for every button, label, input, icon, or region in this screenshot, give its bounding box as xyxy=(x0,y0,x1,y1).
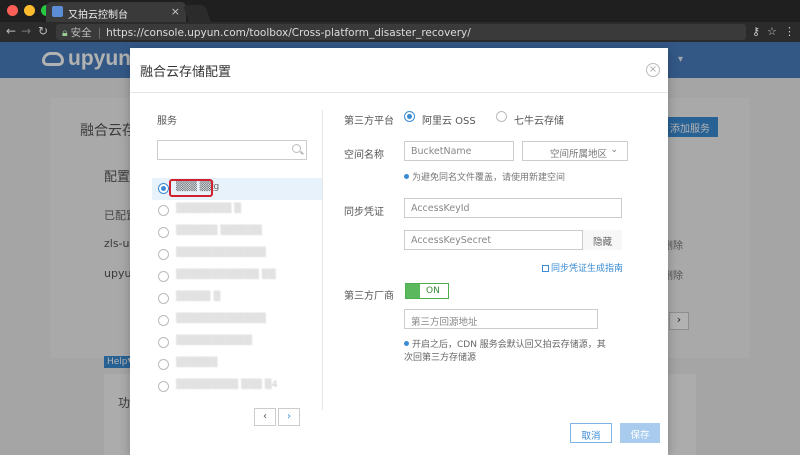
service-search-input[interactable] xyxy=(157,140,307,160)
window-minimize-icon[interactable] xyxy=(24,5,35,16)
storage-config-dialog: 融合云存储配置 × 服务 ▒▒▒ ▒▒g ▒▒▒▒▒▒▒▒ ▒ ▒▒▒▒▒▒ ▒… xyxy=(130,48,668,455)
service-name: ▒▒▒▒▒▒▒▒▒▒▒▒▒ xyxy=(176,248,266,258)
vendor-desc-line1: 开启之后，CDN 服务会默认回又拍云存储源，其 xyxy=(412,340,606,350)
vendor-label: 第三方厂商 xyxy=(344,291,394,302)
browser-tab-bar: 又拍云控制台 × xyxy=(0,0,800,22)
service-radio[interactable] xyxy=(158,205,169,216)
search-icon[interactable] xyxy=(292,144,301,153)
url-input[interactable]: 🔒︎ 安全 | https://console.upyun.com/toolbox/C… xyxy=(56,24,746,40)
bucket-name-input[interactable]: BucketName xyxy=(404,141,514,161)
service-item[interactable]: ▒▒▒▒▒▒ ▒▒▒▒▒▒ xyxy=(152,222,322,244)
platform-radio-aliyun[interactable] xyxy=(404,111,415,122)
service-name: ▒▒▒▒▒▒▒▒▒▒▒▒▒ xyxy=(176,314,266,324)
credential-label: 同步凭证 xyxy=(344,207,384,218)
service-name: ▒▒▒▒▒▒▒▒▒ ▒▒▒ ▒4 xyxy=(176,380,278,390)
space-name-label: 空间名称 xyxy=(344,150,384,161)
service-radio[interactable] xyxy=(158,337,169,348)
menu-kebab-icon[interactable]: ⋮ xyxy=(784,25,795,38)
tab-title: 又拍云控制台 xyxy=(68,10,128,21)
url-separator: | xyxy=(97,27,102,39)
service-name: ▒▒▒▒▒▒ xyxy=(176,358,218,368)
service-radio[interactable] xyxy=(158,227,169,238)
service-name: ▒▒▒▒▒▒▒▒▒▒▒▒ ▒▒ xyxy=(176,270,276,280)
secure-label: 安全 xyxy=(70,27,92,39)
service-radio[interactable] xyxy=(158,381,169,392)
service-radio[interactable] xyxy=(158,293,169,304)
platform-label: 第三方平台 xyxy=(344,116,394,127)
service-name: ▒▒▒▒▒▒▒▒ ▒ xyxy=(176,204,242,214)
next-page-button[interactable]: › xyxy=(278,408,300,426)
back-arrow-icon[interactable]: ← xyxy=(6,24,16,38)
service-item[interactable]: ▒▒▒▒▒ ▒ xyxy=(152,288,322,310)
cancel-button[interactable]: 取消 xyxy=(570,423,612,443)
save-button[interactable]: 保存 xyxy=(620,423,660,443)
lock-icon: 🔒︎ xyxy=(62,27,68,39)
highlight-box xyxy=(169,179,213,197)
platform-radio-qiniu[interactable] xyxy=(496,111,507,122)
toggle-knob xyxy=(406,284,420,298)
reload-icon[interactable]: ↻ xyxy=(38,24,48,38)
favicon-icon xyxy=(52,6,63,17)
region-select[interactable]: 空间所属地区 ⌄ xyxy=(522,141,628,161)
service-item[interactable]: ▒▒▒▒▒▒▒▒▒▒▒▒▒ xyxy=(152,244,322,266)
dialog-divider xyxy=(130,92,668,93)
column-divider xyxy=(322,110,323,410)
key-icon[interactable]: ⚷ xyxy=(752,25,760,38)
platform-option-qiniu[interactable]: 七牛云存储 xyxy=(514,112,564,127)
space-hint-text: 为避免同名文件覆盖，请使用新建空间 xyxy=(412,173,566,183)
service-item[interactable]: ▒▒▒▒▒▒▒▒▒▒▒▒ ▒▒ xyxy=(152,266,322,288)
service-radio[interactable] xyxy=(158,271,169,282)
service-radio[interactable] xyxy=(158,183,169,194)
close-icon[interactable]: × xyxy=(646,63,660,77)
service-item[interactable]: ▒▒▒▒▒▒▒▒▒ ▒▒▒ ▒4 xyxy=(152,376,322,398)
service-item[interactable]: ▒▒▒▒▒▒▒▒▒▒▒▒▒ xyxy=(152,310,322,332)
service-name: ▒▒▒▒▒ ▒ xyxy=(176,292,221,302)
service-item[interactable]: ▒▒▒▒▒▒ xyxy=(152,354,322,376)
access-key-secret-placeholder: AccessKeySecret xyxy=(411,235,492,246)
chevron-down-icon: ⌄ xyxy=(610,145,618,155)
origin-address-input[interactable]: 第三方回源地址 xyxy=(404,309,598,329)
space-hint: 为避免同名文件覆盖，请使用新建空间 xyxy=(404,170,565,183)
browser-tab[interactable]: 又拍云控制台 × xyxy=(46,2,186,22)
vendor-description: 开启之后，CDN 服务会默认回又拍云存储源，其次回第三方存储源 xyxy=(404,339,606,365)
credential-guide-link[interactable]: 同步凭证生成指南 xyxy=(542,261,623,274)
service-name: ▒▒▒▒▒▒▒▒▒▒▒ xyxy=(176,336,253,346)
service-item[interactable]: ▒▒▒▒▒▒▒▒ ▒ xyxy=(152,200,322,222)
address-bar-row: ← → ↻ 🔒︎ 安全 | https://console.upyun.com/too… xyxy=(0,22,800,42)
forward-arrow-icon[interactable]: → xyxy=(21,24,31,38)
service-radio[interactable] xyxy=(158,249,169,260)
region-select-text: 空间所属地区 xyxy=(550,149,608,160)
external-link-icon xyxy=(542,265,549,272)
vendor-desc-line2: 次回第三方存储源 xyxy=(404,353,477,363)
tab-close-icon[interactable]: × xyxy=(171,5,180,18)
service-list: ▒▒▒ ▒▒g ▒▒▒▒▒▒▒▒ ▒ ▒▒▒▒▒▒ ▒▒▒▒▒▒ ▒▒▒▒▒▒▒… xyxy=(152,178,322,398)
service-radio[interactable] xyxy=(158,359,169,370)
hide-secret-button[interactable]: 隐藏 xyxy=(582,230,622,250)
services-label: 服务 xyxy=(157,116,177,127)
service-name: ▒▒▒▒▒▒ ▒▒▒▒▒▒ xyxy=(176,226,262,236)
window-close-icon[interactable] xyxy=(7,5,18,16)
info-dot-icon xyxy=(404,174,409,179)
dialog-title: 融合云存储配置 xyxy=(140,65,232,80)
service-item[interactable]: ▒▒▒▒▒▒▒▒▒▒▒ xyxy=(152,332,322,354)
access-key-id-input[interactable]: AccessKeyId xyxy=(404,198,622,218)
toggle-text: ON xyxy=(426,286,440,296)
vendor-toggle[interactable]: ON xyxy=(405,283,449,299)
platform-option-aliyun[interactable]: 阿里云 OSS xyxy=(422,112,476,127)
new-tab-button[interactable] xyxy=(182,5,212,22)
info-dot-icon xyxy=(404,341,409,346)
prev-page-button[interactable]: ‹ xyxy=(254,408,276,426)
bookmark-star-icon[interactable]: ☆ xyxy=(767,25,777,38)
credential-guide-text: 同步凭证生成指南 xyxy=(551,264,624,274)
url-text: https://console.upyun.com/toolbox/Cross-… xyxy=(106,27,471,39)
service-radio[interactable] xyxy=(158,315,169,326)
